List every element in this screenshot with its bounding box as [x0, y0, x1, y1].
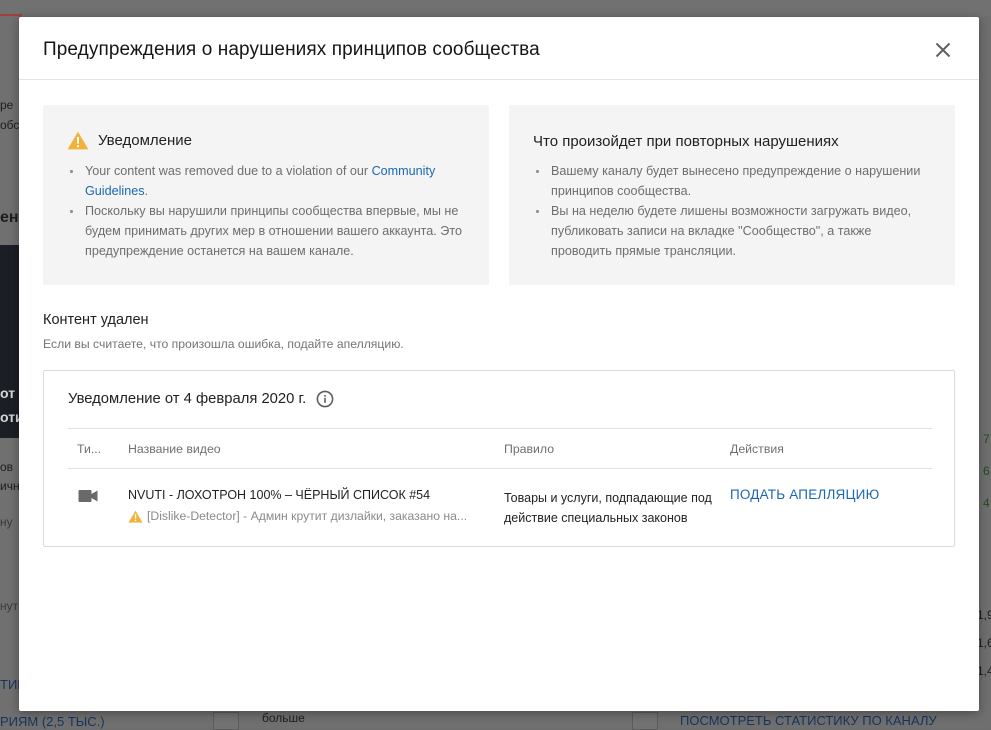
background-text: ен — [0, 209, 19, 226]
close-icon — [935, 42, 951, 58]
background-text: ну — [0, 515, 13, 529]
repeat-violations-panel: Что произойдет при повторных нарушениях … — [509, 105, 955, 285]
repeat-bullet: Вашему каналу будет вынесено предупрежде… — [533, 161, 933, 201]
background-link: РИЯМ (2,5 ТЫС.) — [0, 714, 105, 729]
repeat-title: Что произойдет при повторных нарушениях — [533, 133, 839, 150]
notice-panel: Уведомление Your content was removed due… — [43, 105, 489, 285]
background-text: нут — [0, 599, 19, 613]
notice-bullet-end: . — [144, 184, 149, 198]
warning-icon — [128, 510, 143, 523]
background-text: больше — [262, 711, 305, 725]
content-removed-title: Контент удален — [43, 312, 149, 328]
card-title: Уведомление от 4 февраля 2020 г. — [68, 391, 307, 407]
video-camera-icon — [78, 490, 98, 502]
info-icon — [316, 390, 334, 408]
table-divider — [68, 468, 932, 469]
background-number: 6 — [983, 464, 990, 478]
video-description-text: [Dislike-Detector] - Админ крутит дизлай… — [147, 509, 468, 523]
close-button[interactable] — [931, 38, 955, 62]
table-divider — [68, 428, 932, 429]
notice-bullet-text: Your content was removed due to a violat… — [85, 164, 372, 178]
column-header-type: Ти... — [77, 442, 102, 456]
background-number: 1,6 — [977, 636, 991, 650]
column-header-rule: Правило — [504, 442, 555, 456]
background-text: ичн — [0, 479, 20, 493]
notice-title: Уведомление — [98, 132, 193, 149]
dialog-divider — [19, 79, 979, 80]
background-text: обс — [0, 118, 20, 132]
strike-notice-card: Уведомление от 4 февраля 2020 г. Ти... Н… — [43, 370, 955, 547]
dialog-title: Предупреждения о нарушениях принципов со… — [43, 39, 540, 60]
content-removed-subtitle: Если вы считаете, что произошла ошибка, … — [43, 337, 404, 351]
background-bottom-box — [632, 712, 658, 730]
column-header-video-title: Название видео — [128, 442, 221, 456]
background-number: 1,9 — [977, 608, 991, 622]
card-header: Уведомление от 4 февраля 2020 г. — [68, 390, 334, 408]
background-bottom-box — [213, 712, 239, 730]
notice-header: Уведомление — [67, 131, 192, 150]
info-button[interactable] — [316, 390, 334, 408]
notice-bullet: Поскольку вы нарушили принципы сообществ… — [67, 201, 467, 261]
background-number: 1,4 — [977, 664, 991, 678]
warning-icon — [67, 131, 89, 150]
community-guidelines-dialog: Предупреждения о нарушениях принципов со… — [19, 17, 979, 711]
repeat-bullet: Вы на неделю будете лишены возможности з… — [533, 201, 933, 261]
repeat-list: Вашему каналу будет вынесено предупрежде… — [533, 161, 933, 261]
video-title: NVUTI - ЛОХОТРОН 100% – ЧЁРНЫЙ СПИСОК #5… — [128, 488, 431, 502]
background-link: ПОСМОТРЕТЬ СТАТИСТИКУ ПО КАНАЛУ — [680, 713, 937, 728]
appeal-button[interactable]: ПОДАТЬ АПЕЛЛЯЦИЮ — [730, 487, 879, 502]
repeat-header: Что произойдет при повторных нарушениях — [533, 133, 839, 150]
background-number: 4 — [983, 496, 990, 510]
background-number: 7 — [983, 432, 990, 446]
notice-list: Your content was removed due to a violat… — [67, 161, 467, 261]
background-text: ов — [0, 460, 14, 474]
background-topbar — [0, 0, 991, 16]
background-text: ре — [0, 98, 14, 112]
column-header-actions: Действия — [730, 442, 784, 456]
violated-rule: Товары и услуги, подпадающие под действи… — [504, 491, 712, 525]
video-description: [Dislike-Detector] - Админ крутит дизлай… — [128, 509, 488, 523]
notice-bullet: Your content was removed due to a violat… — [67, 161, 467, 201]
